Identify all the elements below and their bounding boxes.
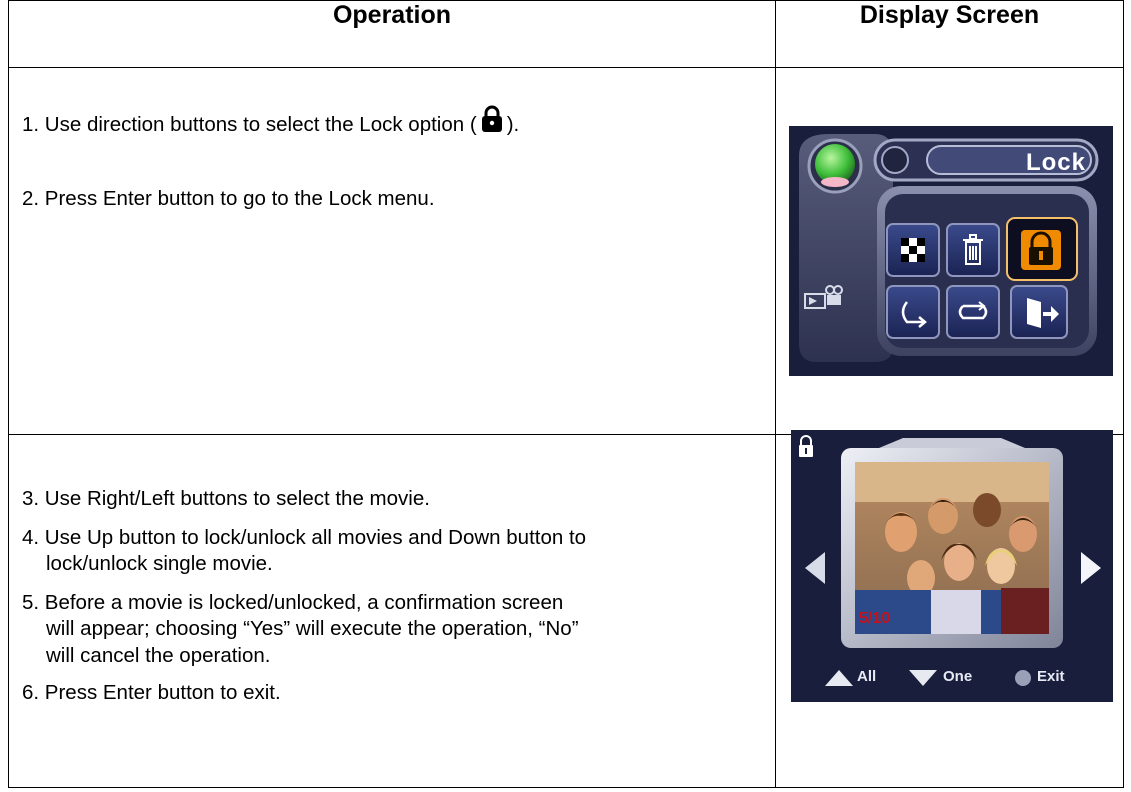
step-1-end: ). (506, 113, 520, 136)
step-5-line3: will cancel the operation. (46, 644, 271, 667)
step-3: 3. Use Right/Left buttons to select the … (22, 487, 430, 510)
step-4-line1: 4. Use Up button to lock/unlock all movi… (22, 526, 587, 549)
header-operation: Operation (8, 0, 776, 68)
header-display-screen: Display Screen (775, 0, 1124, 68)
step-2: 2. Press Enter button to go to the Lock … (22, 187, 435, 210)
step-6: 6. Press Enter button to exit. (22, 681, 281, 704)
hint-exit-label: Exit (1037, 668, 1065, 685)
step-5-line1: 5. Before a movie is locked/unlocked, a … (22, 591, 564, 614)
movie-counter: 5/10 (859, 610, 891, 627)
step-1-text: 1. Use direction buttons to select the L… (22, 113, 477, 136)
hint-all-label: All (857, 668, 877, 685)
hint-one-label: One (943, 668, 973, 685)
menu-title: Lock (1025, 149, 1086, 176)
step-5-line2: will appear; choosing “Yes” will execute… (46, 617, 579, 640)
movie-lock-screenshot: 5/10 All One Exit (791, 430, 1113, 702)
lock-icon (481, 105, 503, 139)
step-1: 1. Use direction buttons to select the L… (22, 105, 519, 139)
step-4-line2: lock/unlock single movie. (46, 552, 273, 575)
lock-menu-screenshot: Lock (789, 126, 1113, 376)
